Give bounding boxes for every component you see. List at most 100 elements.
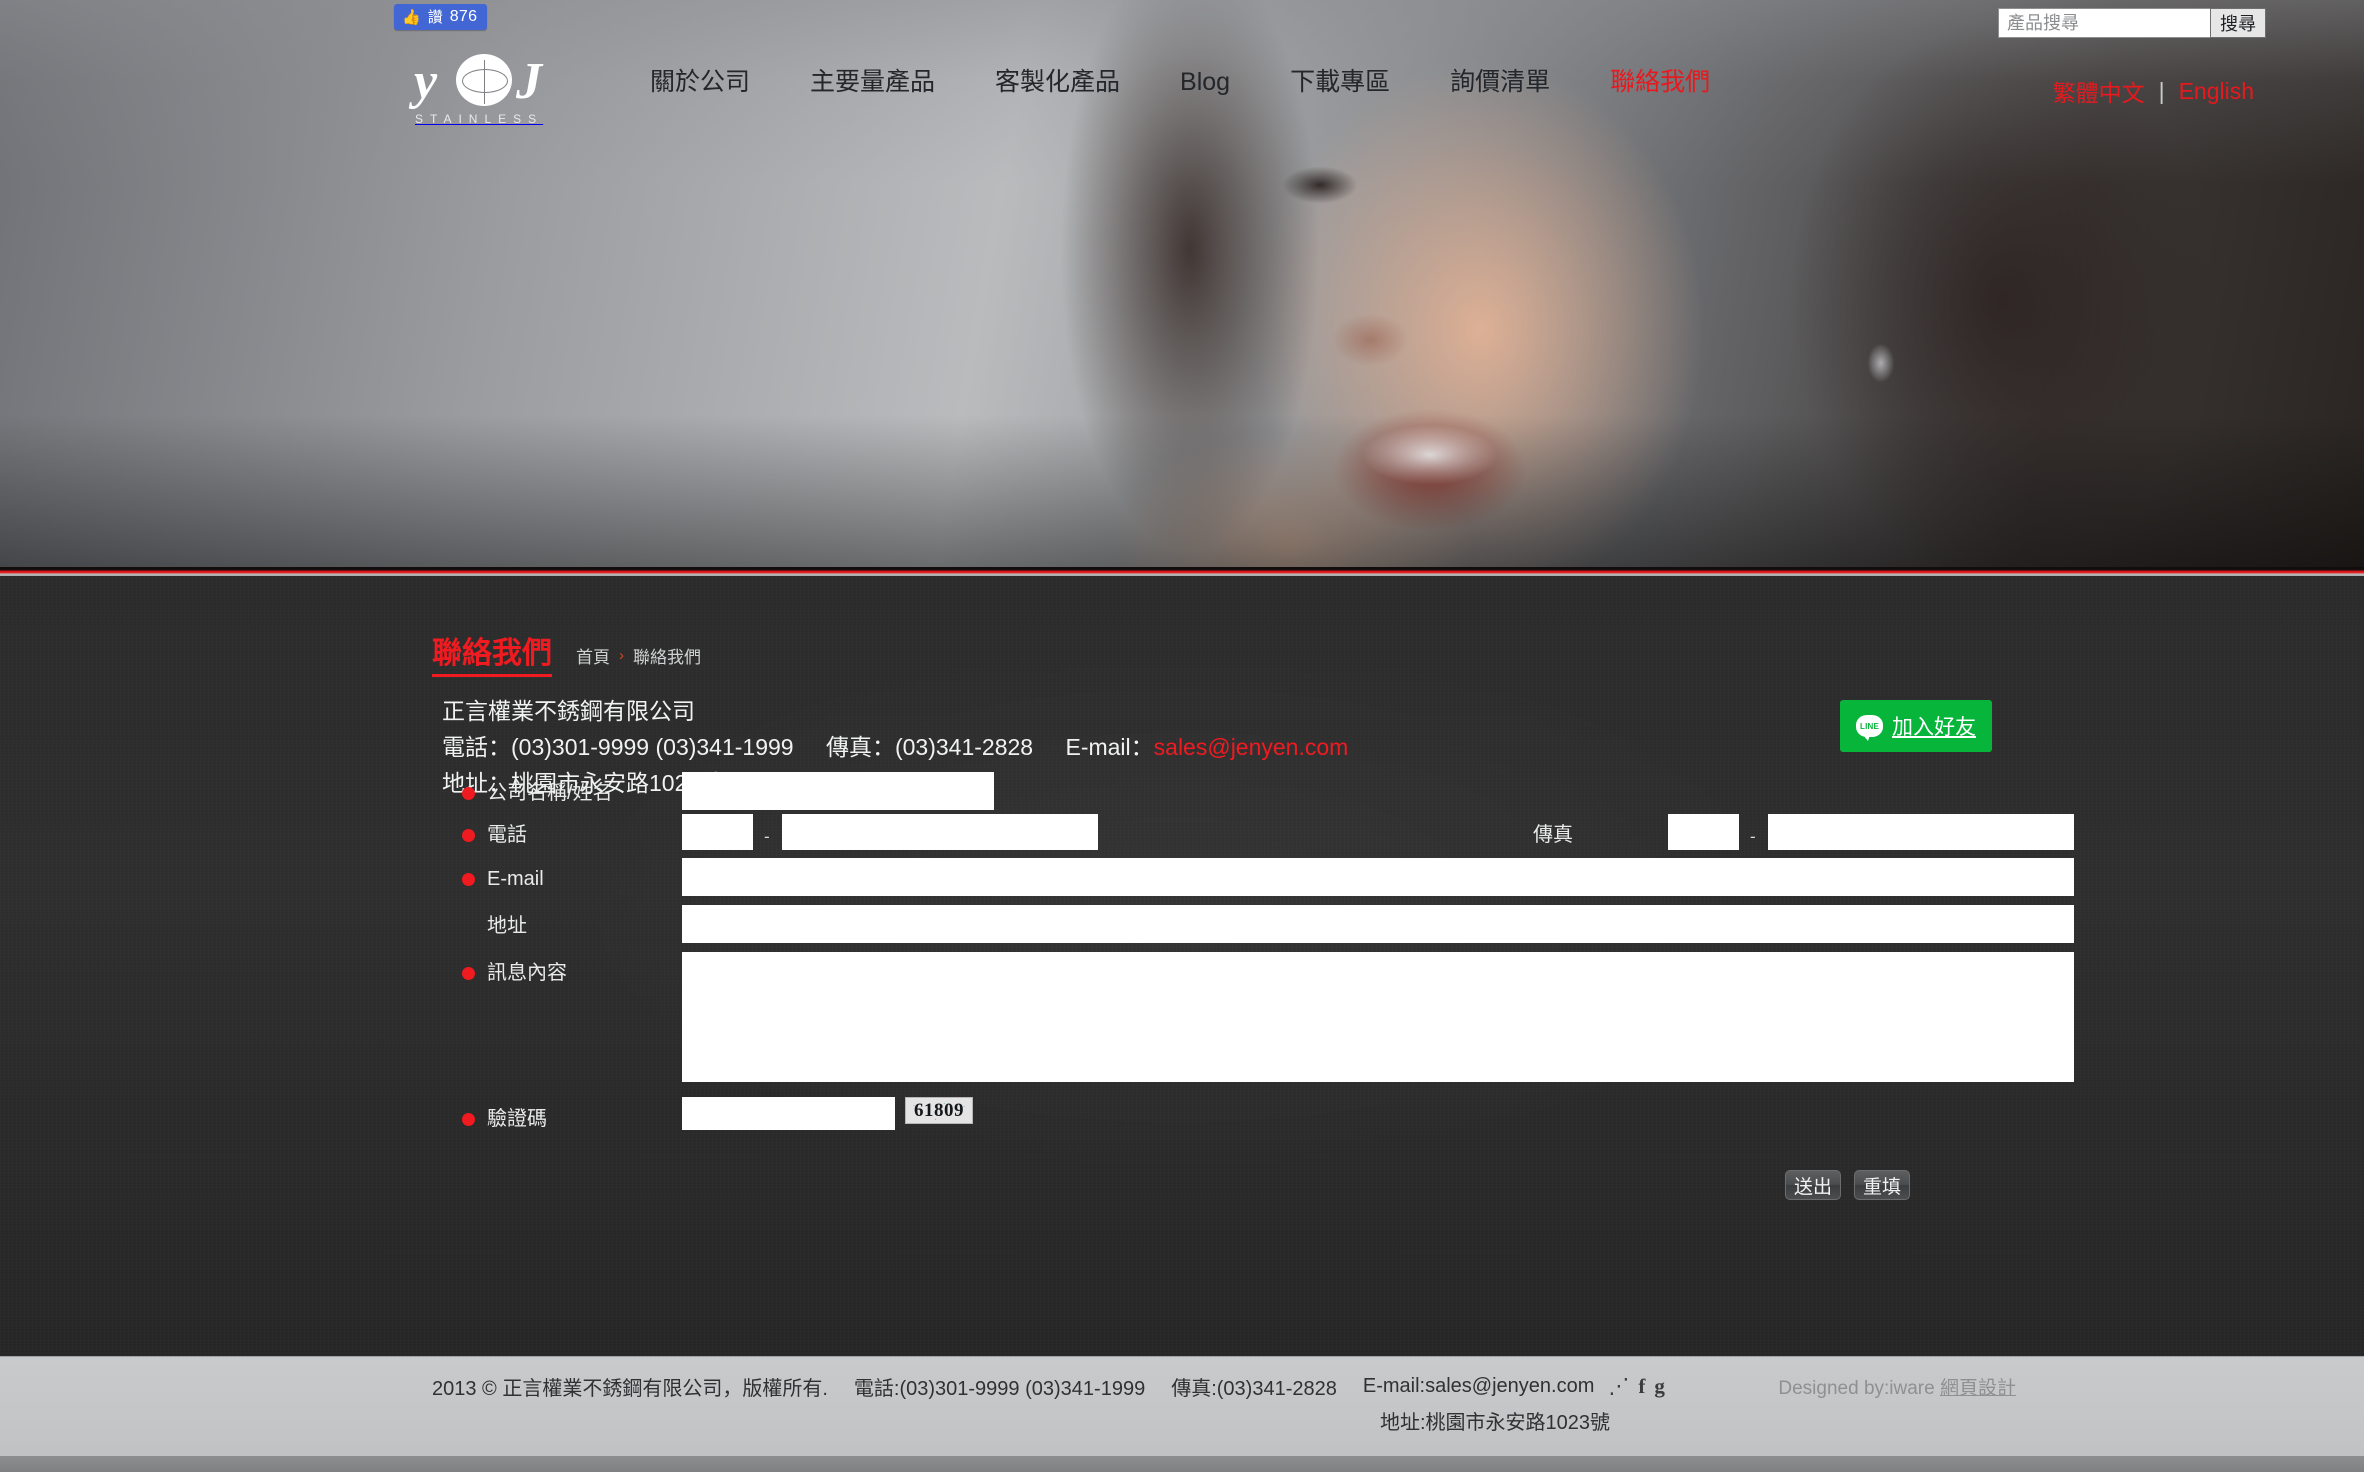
footer-copyright: 2013 © 正言權業不銹鋼有限公司，版權所有. — [432, 1378, 828, 1400]
input-fax-number[interactable] — [1768, 814, 2074, 850]
line-button-label: 加入好友 — [1892, 716, 1976, 739]
label-address: 地址 — [462, 916, 527, 936]
main-content: 聯絡我們 首頁 › 聯絡我們 正言權業不銹鋼有限公司 電話：(03)301-99… — [0, 576, 2364, 1356]
page-title: 聯絡我們 — [432, 639, 552, 677]
site-logo[interactable]: y J STAINLESS — [412, 52, 562, 130]
nav-item-contact[interactable]: 聯絡我們 — [1580, 70, 1740, 95]
footer-email: E-mail:sales@jenyen.com — [1362, 1375, 1595, 1397]
lang-zh-link[interactable]: 繁體中文 — [2053, 74, 2145, 108]
footer-credit: Designed by:iware 網頁設計 — [1778, 1373, 2016, 1400]
company-phone-label: 電話： — [442, 734, 511, 760]
label-captcha: 驗證碼 — [462, 1109, 547, 1129]
site-footer: 2013 © 正言權業不銹鋼有限公司，版權所有. 電話:(03)301-9999… — [0, 1356, 2364, 1472]
input-address[interactable] — [682, 905, 2074, 943]
globe-icon — [456, 54, 512, 106]
footer-address: 地址:桃園市永安路1023號 — [1380, 1412, 1611, 1434]
form-row-address: 地址 — [432, 905, 2074, 952]
label-message: 訊息內容 — [462, 963, 567, 983]
contact-form: 公司名稱/姓名 電話 - 傳真 - E-mail 地址 訊息內容 驗證碼 618… — [432, 772, 2074, 1200]
input-fax-area[interactable] — [1668, 814, 1739, 850]
required-dot-icon — [462, 966, 475, 980]
input-phone-number[interactable] — [782, 814, 1098, 850]
company-contact-line: 電話：(03)301-9999 (03)341-1999 傳真：(03)341-… — [442, 729, 1348, 765]
label-email: E-mail — [462, 869, 544, 889]
label-phone: 電話 — [462, 825, 527, 845]
search-button[interactable]: 搜尋 — [2210, 8, 2266, 38]
label-captcha-text: 驗證碼 — [487, 1108, 547, 1130]
nav-item-main-products[interactable]: 主要量產品 — [780, 70, 965, 95]
form-row-company-name: 公司名稱/姓名 — [432, 772, 1932, 814]
required-dot-icon — [462, 786, 475, 800]
label-fax: 傳真 — [1508, 825, 1573, 845]
thumbs-up-icon: 👍 — [402, 8, 421, 26]
main-navigation: 關於公司 主要量產品 客製化產品 Blog 下載專區 詢價清單 聯絡我們 — [620, 70, 1740, 95]
label-address-text: 地址 — [487, 915, 527, 937]
input-email[interactable] — [682, 858, 2074, 896]
fb-like-label: 讚 — [427, 8, 443, 26]
language-switcher: 繁體中文 | English — [2053, 74, 2254, 108]
nav-item-custom-products[interactable]: 客製化產品 — [965, 70, 1150, 95]
facebook-like-button[interactable]: 👍 讚 876 — [394, 4, 488, 30]
label-fax-text: 傳真 — [1533, 824, 1573, 846]
footer-credit-prefix: Designed by:iware — [1778, 1378, 1940, 1399]
label-company-name-text: 公司名稱/姓名 — [487, 782, 613, 804]
company-phone-value: (03)301-9999 (03)341-1999 — [511, 734, 794, 760]
nav-item-blog[interactable]: Blog — [1150, 70, 1260, 95]
required-dot-icon — [462, 872, 475, 886]
captcha-image[interactable]: 61809 — [905, 1097, 973, 1124]
nav-item-quote-list[interactable]: 詢價清單 — [1420, 70, 1580, 95]
page-root: 👍 讚 876 y J STAINLESS 關於公司 主要量產品 客製化產品 B… — [0, 0, 2364, 1472]
page-header: 聯絡我們 首頁 › 聯絡我們 — [432, 639, 701, 677]
submit-button[interactable]: 送出 — [1785, 1170, 1841, 1200]
footer-credit-link[interactable]: 網頁設計 — [1940, 1378, 2016, 1399]
line-icon: LINE — [1856, 715, 1883, 741]
nav-item-downloads[interactable]: 下載專區 — [1260, 70, 1420, 95]
footer-phone: 電話:(03)301-9999 (03)341-1999 — [853, 1378, 1146, 1400]
footer-info-line: 2013 © 正言權業不銹鋼有限公司，版權所有. 電話:(03)301-9999… — [432, 1372, 1665, 1401]
breadcrumb-current: 聯絡我們 — [633, 648, 701, 667]
logo-letter-y: y — [414, 53, 438, 110]
required-dot-icon — [462, 1112, 475, 1126]
required-dot-icon — [462, 828, 475, 842]
form-buttons: 送出 重填 — [1785, 1170, 1910, 1200]
logo-mark: y J — [412, 52, 562, 108]
search-input[interactable] — [1998, 8, 2210, 38]
label-message-text: 訊息內容 — [487, 962, 567, 984]
lang-en-link[interactable]: English — [2179, 78, 2254, 105]
lang-separator: | — [2158, 77, 2165, 104]
reset-button[interactable]: 重填 — [1854, 1170, 1910, 1200]
input-message[interactable] — [682, 952, 2074, 1082]
input-captcha[interactable] — [682, 1097, 895, 1130]
form-row-message: 訊息內容 — [432, 952, 2074, 1094]
search-bar: 搜尋 — [1998, 8, 2266, 38]
company-email-link[interactable]: sales@jenyen.com — [1154, 734, 1349, 760]
fax-dash-separator: - — [1750, 827, 1756, 846]
form-row-captcha: 驗證碼 61809 — [432, 1094, 1932, 1142]
required-dot-icon — [1508, 829, 1521, 842]
facebook-icon[interactable]: f — [1638, 1376, 1645, 1397]
form-row-phone: 電話 - 傳真 - — [432, 814, 2074, 858]
label-company-name: 公司名稱/姓名 — [462, 783, 613, 803]
company-fax-value: (03)341-2828 — [894, 734, 1034, 760]
logo-letter-j: J — [516, 53, 542, 110]
nav-item-about[interactable]: 關於公司 — [620, 70, 780, 95]
breadcrumb-home[interactable]: 首頁 — [576, 643, 610, 668]
input-company-name[interactable] — [682, 772, 994, 810]
company-name: 正言權業不銹鋼有限公司 — [442, 698, 695, 724]
phone-dash-separator: - — [764, 827, 770, 846]
label-phone-text: 電話 — [487, 824, 527, 846]
rss-icon[interactable]: ⋰ — [1608, 1376, 1629, 1397]
breadcrumb: 首頁 › 聯絡我們 — [576, 643, 701, 668]
logo-subtitle: STAINLESS — [415, 112, 544, 126]
company-email-label: E-mail： — [1065, 734, 1154, 760]
hero-red-divider — [0, 567, 2364, 576]
google-plus-icon[interactable]: g — [1654, 1376, 1665, 1397]
required-dot-icon — [462, 920, 475, 933]
footer-fax: 傳真:(03)341-2828 — [1171, 1378, 1337, 1400]
input-phone-area[interactable] — [682, 814, 753, 850]
line-add-friend-button[interactable]: LINE 加入好友 — [1840, 700, 1992, 752]
form-row-email: E-mail — [432, 858, 2074, 905]
fb-like-count: 876 — [449, 8, 478, 25]
label-email-text: E-mail — [487, 868, 544, 890]
company-fax-label: 傳真： — [825, 734, 895, 760]
